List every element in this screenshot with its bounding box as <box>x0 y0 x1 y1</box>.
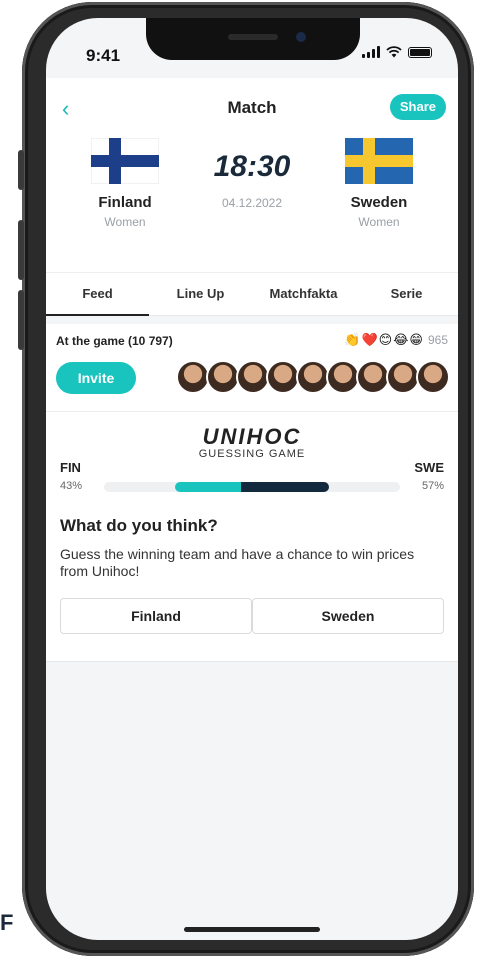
brand-subtitle: GUESSING GAME <box>198 448 306 460</box>
sweden-flag-icon <box>345 138 413 184</box>
attendee-avatar <box>266 360 300 394</box>
vote-finland-button[interactable]: Finland <box>60 598 252 634</box>
volume-down-button <box>18 290 24 350</box>
status-icons <box>362 46 432 58</box>
tab-line-up[interactable]: Line Up <box>149 273 252 315</box>
attendee-avatar <box>296 360 330 394</box>
reaction-count: 965 <box>427 333 448 347</box>
tab-serie[interactable]: Serie <box>355 273 458 315</box>
vote-bar <box>104 482 400 492</box>
attendee-avatar <box>356 360 390 394</box>
question-description: Guess the winning team and have a chance… <box>60 546 415 579</box>
mute-switch <box>18 150 24 190</box>
attendee-avatar <box>326 360 360 394</box>
reactions[interactable]: 👏 ❤️ 😊 😂 😁 965 <box>344 332 448 348</box>
away-percent: 57% <box>421 480 444 492</box>
home-team-category: Women <box>104 215 146 229</box>
tab-bar: Feed Line Up Matchfakta Serie <box>46 272 458 316</box>
away-vote-fill <box>241 482 329 492</box>
volume-up-button <box>18 220 24 280</box>
phone-screen: 9:41 ‹ Match Share Finland Women 18:30 0… <box>46 18 458 940</box>
speaker <box>228 34 278 40</box>
brand-name: UNIHOC <box>202 424 302 449</box>
unihoc-logo: UNIHOC GUESSING GAME <box>46 424 458 460</box>
notch <box>146 18 360 60</box>
wifi-icon <box>386 46 402 58</box>
heart-icon: ❤️ <box>361 332 378 347</box>
battery-icon <box>408 46 432 58</box>
question-title: What do you think? <box>60 516 218 535</box>
away-team: Sweden Women <box>324 138 434 229</box>
corner-letter: F <box>0 910 14 935</box>
away-team-name: Sweden <box>350 194 408 211</box>
camera <box>296 32 306 42</box>
attendance-label: At the game (10 797) <box>56 334 173 348</box>
grin-icon: 😁 <box>409 332 423 347</box>
laugh-icon: 😂 <box>393 332 409 347</box>
attendee-avatar <box>236 360 270 394</box>
smile-icon: 😊 <box>378 332 393 347</box>
away-team-category: Women <box>358 215 400 229</box>
share-button[interactable]: Share <box>389 94 446 120</box>
attendee-avatar <box>206 360 240 394</box>
status-time: 9:41 <box>86 46 121 65</box>
clap-icon: 👏 <box>344 332 361 347</box>
vote-sweden-button[interactable]: Sweden <box>252 598 444 634</box>
attendee-avatar <box>416 360 450 394</box>
home-code: FIN <box>60 460 81 475</box>
tab-feed[interactable]: Feed <box>46 273 149 316</box>
home-vote-fill <box>175 482 242 492</box>
match-header-card: ‹ Match Share Finland Women 18:30 04.12.… <box>46 78 458 316</box>
nav-bar: ‹ Match Share <box>46 92 458 132</box>
guessing-game-card: UNIHOC GUESSING GAME FIN SWE 43% 57% Wha… <box>46 412 458 662</box>
attendee-avatars[interactable] <box>176 360 450 394</box>
attendance-card: At the game (10 797) 👏 ❤️ 😊 😂 😁 965 Invi… <box>46 324 458 412</box>
attendee-avatar <box>386 360 420 394</box>
signal-icon <box>362 46 380 58</box>
home-indicator[interactable] <box>184 927 320 932</box>
away-code: SWE <box>414 460 444 475</box>
invite-button[interactable]: Invite <box>56 362 136 394</box>
attendee-avatar <box>176 360 210 394</box>
home-percent: 43% <box>60 480 83 492</box>
tab-matchfakta[interactable]: Matchfakta <box>252 273 355 315</box>
